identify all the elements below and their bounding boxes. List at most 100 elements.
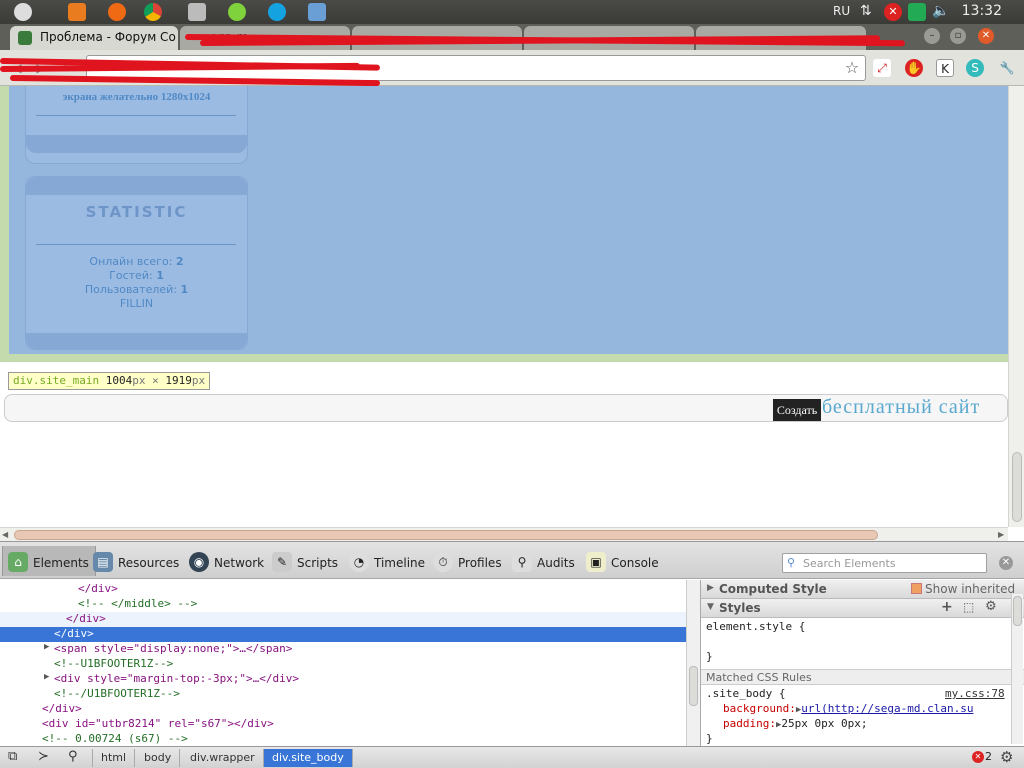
dom-node[interactable]: ▶ <div style="margin-top:-3px;">…</div> — [0, 672, 686, 687]
settings-gear-icon[interactable]: ⚙ — [1000, 748, 1013, 766]
adblock-icon[interactable]: ⤢ — [873, 59, 891, 77]
minimize-icon[interactable]: – — [924, 28, 940, 44]
dom-node[interactable]: </div> — [0, 582, 686, 597]
dom-scrollbar[interactable] — [686, 580, 700, 746]
expand-arrow-icon[interactable]: ▶ — [44, 642, 49, 652]
styles-scrollbar[interactable] — [1011, 594, 1023, 744]
clock[interactable]: 13:32 — [962, 3, 1002, 19]
tab-audits[interactable]: ⚲ Audits — [507, 546, 581, 576]
browser-tab-active[interactable]: Проблема - Форум Со — [10, 26, 178, 50]
computed-style-header[interactable]: ▶ Computed Style Show inherited — [701, 580, 1024, 599]
breadcrumb-wrapper[interactable]: div.wrapper — [182, 749, 264, 767]
stop-extension-icon[interactable]: ✋ — [905, 59, 923, 77]
show-inherited-label: Show inherited — [925, 582, 1016, 596]
icq-launcher-icon[interactable] — [228, 3, 246, 21]
dom-node[interactable]: <!-- </middle> --> — [0, 597, 686, 612]
dom-node[interactable]: <div id="utbr8214" rel="s67"></div> — [0, 717, 686, 732]
page-horizontal-scrollbar[interactable]: ◀ ▶ — [0, 527, 1008, 541]
element-state-icon[interactable]: ⬚ — [963, 600, 974, 614]
statistic-title: STATISTIC — [85, 203, 188, 221]
maximize-icon[interactable]: ▫ — [950, 28, 966, 44]
search-elements-input[interactable]: ⚲ Search Elements — [782, 553, 987, 573]
inspect-search-icon[interactable]: ⚲ — [68, 749, 78, 764]
network-icon[interactable]: ⇅ — [860, 3, 878, 21]
chrome-launcher-icon[interactable] — [144, 3, 162, 21]
style-property[interactable]: padding:▶25px 0px 0px; — [723, 717, 868, 730]
users: Пользователей: 1 — [84, 283, 189, 296]
timeline-icon: ◔ — [349, 552, 369, 572]
window-launcher-icon[interactable] — [188, 3, 206, 21]
dock-icon[interactable]: ⧉ — [8, 749, 17, 764]
clear-search-icon[interactable]: ✕ — [999, 556, 1013, 570]
scroll-thumb[interactable] — [14, 530, 878, 540]
statistic-block: STATISTIC Онлайн всего: 2 Гостей: 1 Поль… — [25, 176, 248, 350]
add-rule-icon[interactable]: + — [941, 599, 953, 615]
app-launcher-icon[interactable] — [308, 3, 326, 21]
console-icon: ▣ — [586, 552, 606, 572]
error-count[interactable]: 2 — [985, 750, 992, 763]
block-footer — [26, 333, 247, 349]
close-brace: } — [706, 650, 713, 663]
media-launcher-icon[interactable] — [108, 3, 126, 21]
scroll-thumb[interactable] — [1013, 596, 1022, 626]
breadcrumb-body[interactable]: body — [136, 749, 181, 767]
close-icon[interactable]: ✕ — [978, 28, 994, 44]
scroll-thumb[interactable] — [1012, 452, 1022, 522]
block-header — [26, 177, 247, 195]
dom-node[interactable]: </div> — [0, 612, 686, 627]
skype-launcher-icon[interactable] — [268, 3, 286, 21]
breadcrumb-html[interactable]: html — [92, 749, 136, 767]
console-toggle-icon[interactable]: ≻ — [38, 749, 49, 764]
tab-network[interactable]: ◉ Network — [184, 546, 270, 576]
dom-node[interactable]: ▶ <span style="display:none;">…</span> — [0, 642, 686, 657]
scroll-right-icon[interactable]: ▶ — [998, 530, 1004, 539]
rule-selector[interactable]: .site_body { — [706, 687, 785, 700]
free-site-link[interactable]: бесплатный сайт — [822, 396, 980, 419]
expand-arrow-icon[interactable]: ▶ — [44, 672, 49, 682]
extension-k-icon[interactable]: K — [936, 59, 954, 77]
scroll-left-icon[interactable]: ◀ — [2, 530, 8, 539]
scroll-thumb[interactable] — [689, 666, 698, 706]
styles-pane: ▶ Computed Style Show inherited ▼ Styles… — [700, 580, 1024, 746]
error-indicator-icon[interactable]: ✕ — [884, 3, 902, 21]
dom-node-selected[interactable]: </div> — [0, 627, 686, 642]
dom-node[interactable]: </div> — [0, 702, 686, 717]
tab-scripts[interactable]: ✎ Scripts — [267, 546, 344, 576]
online-user-link[interactable]: FILLIN — [26, 297, 247, 310]
page-viewport: экрана желательно 1280х1024 STATISTIC Он… — [0, 86, 1008, 527]
dom-node[interactable]: <!-- 0.00724 (s67) --> — [0, 732, 686, 746]
profiles-icon: ⏱ — [433, 552, 453, 572]
matched-css-rules-header: Matched CSS Rules — [701, 669, 1024, 685]
error-icon[interactable]: ✕ — [972, 751, 984, 763]
monitor-icon[interactable] — [908, 3, 926, 21]
style-property[interactable]: background:▶url(http://sega-md.clan.su — [723, 702, 973, 715]
dom-node[interactable]: <!--/U1BFOOTER1Z--> — [0, 687, 686, 702]
element-style-rule[interactable]: element.style { — [706, 620, 805, 633]
breadcrumb-site-body[interactable]: div.site_body — [264, 749, 353, 767]
tab-resources[interactable]: ▤ Resources — [88, 546, 185, 576]
tab-elements[interactable]: ⌂ Elements — [2, 546, 96, 576]
files-launcher-icon[interactable] — [68, 3, 86, 21]
collapse-arrow-icon: ▼ — [707, 602, 714, 612]
tab-profiles[interactable]: ⏱ Profiles — [428, 546, 508, 576]
tab-console[interactable]: ▣ Console — [581, 546, 665, 576]
volume-icon[interactable]: 🔈 — [932, 3, 950, 21]
create-site-button[interactable]: Создать — [773, 399, 821, 421]
ubuntu-menu-icon[interactable] — [14, 3, 32, 21]
styles-header[interactable]: ▼ Styles + ⬚ ⚙ — [701, 599, 1024, 618]
divider — [36, 115, 236, 116]
keyboard-layout[interactable]: RU — [833, 4, 850, 18]
wrench-menu-icon[interactable]: 🔧 — [998, 59, 1016, 77]
devtools-status-bar: ⧉ ≻ ⚲ html body div.wrapper div.site_bod… — [0, 746, 1024, 768]
tab-timeline[interactable]: ◔ Timeline — [344, 546, 431, 576]
dom-node[interactable]: <!--U1BFOOTER1Z--> — [0, 657, 686, 672]
guests: Гостей: 1 — [109, 269, 164, 282]
show-inherited-checkbox[interactable] — [911, 583, 922, 594]
page-vertical-scrollbar[interactable] — [1008, 86, 1024, 527]
extension-s-icon[interactable]: S — [966, 59, 984, 77]
settings-gear-icon[interactable]: ⚙ — [985, 599, 997, 614]
bookmark-star-icon[interactable]: ☆ — [843, 59, 861, 77]
rule-source-link[interactable]: my.css:78 — [945, 687, 1005, 700]
favicon-icon — [18, 31, 32, 45]
block-footer — [26, 135, 247, 153]
